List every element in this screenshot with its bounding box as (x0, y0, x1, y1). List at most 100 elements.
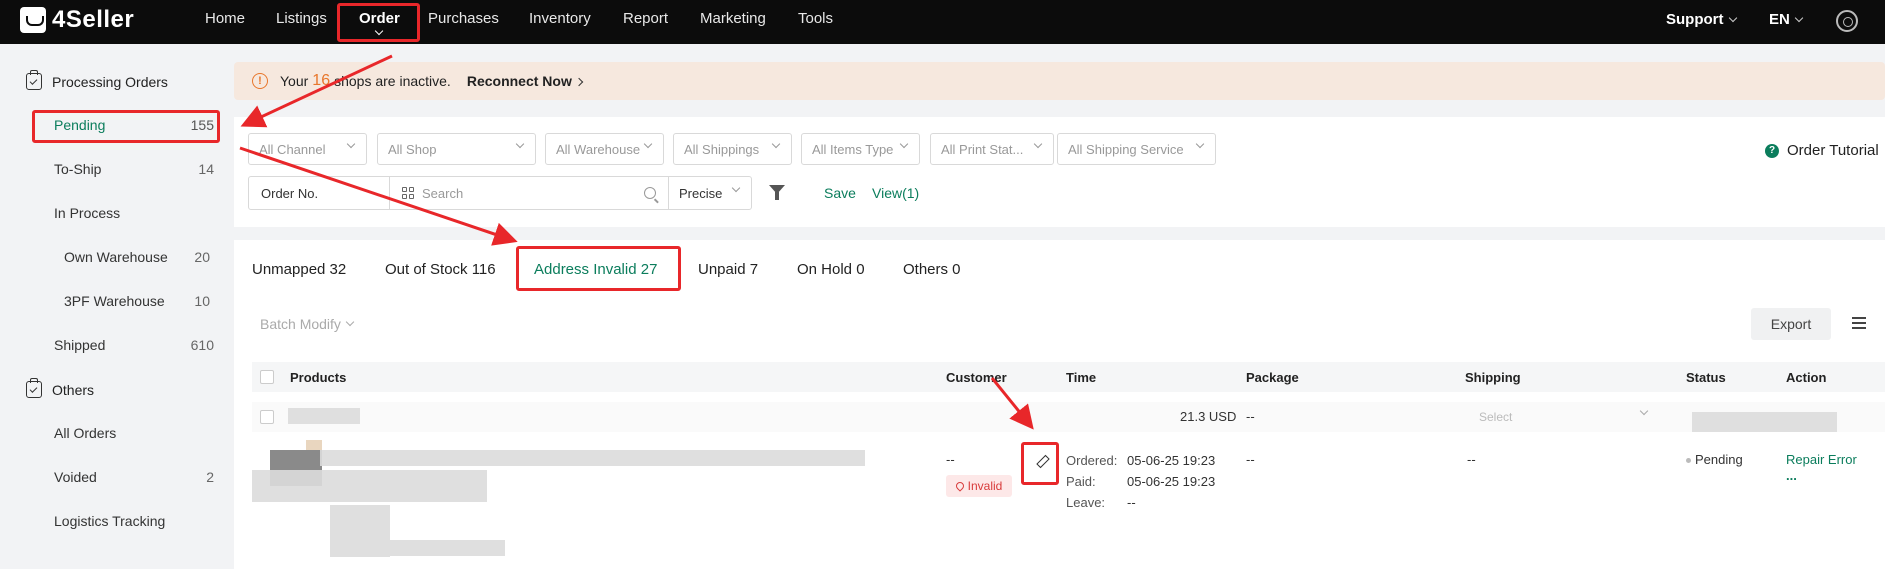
tab-unmapped[interactable]: Unmapped 32 (252, 261, 346, 278)
nav-listings[interactable]: Listings (276, 10, 327, 27)
shipping-select-placeholder: Select (1479, 410, 1513, 424)
sidebar-item-in-process[interactable]: In Process (54, 205, 214, 221)
order-amount: 21.3 USD (1180, 409, 1237, 424)
tutorial-label: Order Tutorial (1787, 142, 1879, 159)
items-type-select[interactable]: All Items Type (801, 133, 920, 165)
tab-unpaid[interactable]: Unpaid 7 (698, 261, 758, 278)
top-nav: 4Seller Home Listings Order Purchases In… (0, 0, 1885, 44)
repair-error-link[interactable]: Repair Error (1786, 452, 1857, 467)
nav-marketing[interactable]: Marketing (700, 10, 766, 27)
language-label: EN (1769, 11, 1790, 28)
blurred-product-sku (330, 505, 390, 557)
channel-select[interactable]: All Channel (248, 133, 367, 165)
reconnect-now-link[interactable]: Reconnect Now (467, 73, 584, 89)
tab-on-hold[interactable]: On Hold 0 (797, 261, 865, 278)
sidebar-item-label: Own Warehouse (64, 249, 168, 265)
gear-icon[interactable] (1836, 10, 1858, 32)
sidebar-item-label: 3PF Warehouse (64, 293, 165, 309)
nav-home[interactable]: Home (205, 10, 245, 27)
save-view-link[interactable]: Save (824, 185, 856, 201)
search-icon[interactable] (644, 187, 656, 199)
sidebar-group-processing: Processing Orders (26, 70, 168, 90)
order-package: -- (1246, 409, 1255, 424)
annotation-box-order (337, 3, 420, 42)
batch-modify-button[interactable]: Batch Modify (260, 316, 355, 332)
logo[interactable]: 4Seller (20, 6, 134, 34)
blurred-order-meta (1692, 412, 1837, 432)
invalid-label: Invalid (967, 479, 1003, 493)
col-action: Action (1786, 370, 1827, 385)
chevron-down-icon (899, 139, 909, 149)
sidebar-group-others: Others (26, 378, 94, 398)
sidebar-group-label: Processing Orders (52, 73, 168, 90)
sidebar-item-count: 20 (194, 249, 210, 265)
nav-purchases[interactable]: Purchases (428, 10, 499, 27)
tab-others[interactable]: Others 0 (903, 261, 961, 278)
search-field-value: Order No. (261, 185, 319, 201)
search-placeholder: Search (422, 185, 464, 201)
logo-bag-icon (20, 7, 46, 33)
shipping-service-select[interactable]: All Shipping Service (1057, 133, 1216, 165)
warehouse-select[interactable]: All Warehouse (545, 133, 664, 165)
sidebar-item-shipped[interactable]: Shipped 610 (54, 337, 214, 353)
annotation-box-address-invalid (516, 246, 681, 291)
ordered-time: 05-06-25 19:23 (1127, 453, 1216, 468)
saved-views-link[interactable]: View(1) (872, 185, 919, 201)
sidebar-item-count: 14 (198, 161, 214, 177)
status-label: Pending (1695, 452, 1743, 467)
chevron-down-icon (643, 139, 653, 149)
chevron-down-icon (515, 139, 525, 149)
ordered-label: Ordered: (1066, 453, 1118, 468)
chevron-down-icon (1639, 406, 1649, 416)
sidebar-item-all-orders[interactable]: All Orders (54, 425, 214, 441)
notice-suffix: shops are inactive. (334, 73, 451, 89)
tab-out-of-stock[interactable]: Out of Stock 116 (385, 261, 496, 278)
blurred-order-number (288, 408, 360, 424)
shippings-select[interactable]: All Shippings (673, 133, 792, 165)
col-status: Status (1686, 370, 1726, 385)
annotation-box-pending (32, 110, 220, 143)
sidebar-item-own-warehouse[interactable]: Own Warehouse 20 (64, 249, 210, 265)
sidebar-item-logistics-tracking[interactable]: Logistics Tracking (54, 513, 214, 529)
inactive-shops-notice: ! Your 16 shops are inactive. Reconnect … (234, 62, 1885, 100)
sidebar-item-label: Logistics Tracking (54, 513, 166, 529)
search-input[interactable]: Search (390, 177, 669, 209)
row-checkbox[interactable] (260, 410, 274, 424)
shipping-select[interactable]: Select (1467, 405, 1657, 429)
precise-select[interactable]: Precise (669, 177, 751, 209)
select-value: All Shop (388, 141, 437, 157)
nav-tools[interactable]: Tools (798, 10, 833, 27)
sidebar-item-voided[interactable]: Voided 2 (54, 469, 214, 485)
customer-value: -- (946, 452, 955, 467)
batch-modify-label: Batch Modify (260, 316, 341, 332)
language-menu[interactable]: EN (1769, 11, 1804, 28)
location-pin-icon (953, 480, 966, 492)
filter-funnel-icon[interactable] (769, 185, 785, 200)
logo-text: 4Seller (52, 6, 135, 33)
paid-time: 05-06-25 19:23 (1127, 474, 1216, 489)
print-status-select[interactable]: All Print Stat... (930, 133, 1054, 165)
col-time: Time (1066, 370, 1097, 385)
support-menu[interactable]: Support (1666, 11, 1737, 28)
shop-select[interactable]: All Shop (377, 133, 536, 165)
nav-inventory[interactable]: Inventory (529, 10, 591, 27)
nav-report[interactable]: Report (623, 10, 668, 27)
support-label: Support (1666, 11, 1724, 28)
chevron-down-icon (1033, 139, 1043, 149)
sidebar-item-label: All Orders (54, 425, 117, 441)
more-actions-button[interactable]: ... (1786, 468, 1797, 483)
sidebar-item-3pf-warehouse[interactable]: 3PF Warehouse 10 (64, 293, 210, 309)
select-value: All Print Stat... (941, 141, 1024, 157)
annotation-box-edit (1021, 442, 1059, 485)
shipping-value: -- (1467, 452, 1476, 467)
sidebar-item-label: In Process (54, 205, 121, 221)
order-tutorial-link[interactable]: ? Order Tutorial (1765, 142, 1879, 159)
chevron-right-icon (574, 77, 584, 87)
export-button[interactable]: Export (1751, 308, 1831, 340)
address-invalid-tag: Invalid (946, 475, 1012, 497)
select-all-checkbox[interactable] (260, 370, 274, 384)
search-field-select[interactable]: Order No. (249, 177, 390, 209)
column-settings-icon[interactable] (1852, 317, 1866, 330)
select-value: All Warehouse (556, 141, 641, 157)
sidebar-item-to-ship[interactable]: To-Ship 14 (54, 161, 214, 177)
